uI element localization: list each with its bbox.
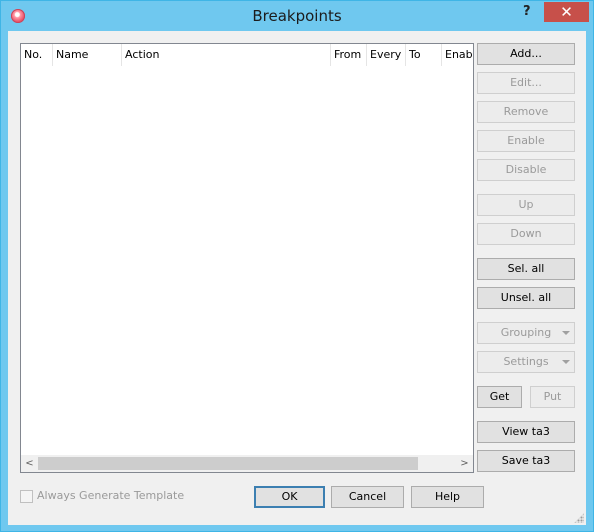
add-button[interactable]: Add...: [477, 43, 575, 65]
up-button[interactable]: Up: [477, 194, 575, 216]
save-ta3-button[interactable]: Save ta3: [477, 450, 575, 472]
enable-button[interactable]: Enable: [477, 130, 575, 152]
always-generate-label: Always Generate Template: [37, 489, 185, 502]
get-button[interactable]: Get: [477, 386, 522, 408]
chevron-down-icon: [562, 331, 570, 335]
down-button[interactable]: Down: [477, 223, 575, 245]
edit-button[interactable]: Edit...: [477, 72, 575, 94]
column-header-enabled[interactable]: Enab: [442, 44, 473, 66]
scroll-left-icon[interactable]: <: [21, 455, 38, 472]
grouping-label: Grouping: [500, 326, 552, 339]
scroll-thumb[interactable]: [38, 457, 418, 470]
unselect-all-button[interactable]: Unsel. all: [477, 287, 575, 309]
chevron-down-icon: [562, 360, 570, 364]
help-button[interactable]: Help: [411, 486, 484, 508]
column-header-name[interactable]: Name: [53, 44, 122, 66]
settings-dropdown[interactable]: Settings: [477, 351, 575, 373]
column-header-from[interactable]: From: [331, 44, 367, 66]
remove-button[interactable]: Remove: [477, 101, 575, 123]
column-header-action[interactable]: Action: [122, 44, 331, 66]
list-header: No. Name Action From Every To Enab: [21, 44, 473, 66]
column-header-to[interactable]: To: [406, 44, 442, 66]
disable-button[interactable]: Disable: [477, 159, 575, 181]
view-ta3-button[interactable]: View ta3: [477, 421, 575, 443]
put-button[interactable]: Put: [530, 386, 575, 408]
help-icon[interactable]: ?: [523, 4, 531, 19]
select-all-button[interactable]: Sel. all: [477, 258, 575, 280]
cancel-button[interactable]: Cancel: [331, 486, 404, 508]
checkbox-box[interactable]: [20, 490, 33, 503]
grouping-dropdown[interactable]: Grouping: [477, 322, 575, 344]
scroll-right-icon[interactable]: >: [456, 455, 473, 472]
window-title: Breakpoints: [252, 7, 342, 25]
title-bar[interactable]: Breakpoints ? ✕: [1, 1, 593, 31]
ok-button[interactable]: OK: [254, 486, 325, 508]
close-button[interactable]: ✕: [544, 2, 589, 22]
column-header-every[interactable]: Every: [367, 44, 406, 66]
settings-label: Settings: [503, 355, 549, 368]
dialog-body: No. Name Action From Every To Enab < > A…: [8, 31, 586, 525]
breakpoints-dialog: Breakpoints ? ✕ No. Name Action From Eve…: [0, 0, 594, 532]
resize-grip-icon[interactable]: [574, 513, 584, 523]
horizontal-scrollbar[interactable]: < >: [21, 455, 473, 472]
breakpoints-list[interactable]: No. Name Action From Every To Enab < >: [20, 43, 474, 473]
column-header-no[interactable]: No.: [21, 44, 53, 66]
